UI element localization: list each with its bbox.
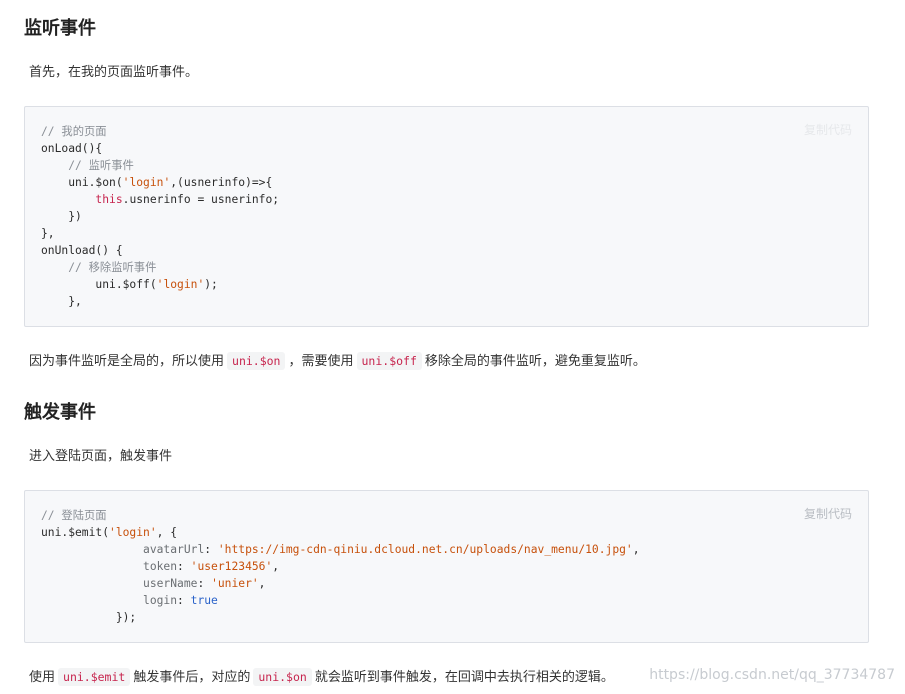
note-text: ，需要使用: [288, 354, 354, 369]
code-boolean: true: [190, 594, 218, 607]
code-block-emit: 复制代码 // 登陆页面 uni.$emit('login', { avatar…: [24, 490, 869, 643]
code-line: }): [68, 210, 82, 223]
intro-listen: 首先，在我的页面监听事件。: [29, 65, 199, 80]
code-comment: // 我的页面: [41, 125, 107, 138]
inline-code: uni.$on: [253, 668, 312, 686]
code-string: 'unier': [211, 577, 259, 590]
code-text: , {: [156, 526, 178, 539]
inline-code: uni.$off: [356, 352, 422, 370]
code-text: .usnerinfo = usnerinfo;: [122, 193, 280, 206]
code-comment: // 移除监听事件: [68, 261, 157, 274]
code-line: onLoad(){: [41, 142, 103, 155]
code-string: 'https://img-cdn-qiniu.dcloud.net.cn/upl…: [217, 543, 633, 556]
code-line: },: [41, 227, 55, 240]
code-property: login: [143, 594, 178, 607]
code-line: },: [68, 295, 82, 308]
code-text: );: [204, 278, 218, 291]
code-property: avatarUrl: [143, 543, 205, 556]
code-text: uni.$emit(: [41, 526, 110, 539]
note-text: 使用: [29, 670, 56, 685]
copy-code-button[interactable]: 复制代码: [804, 505, 852, 522]
code-string: 'login': [122, 176, 171, 189]
code-string: 'login': [156, 278, 205, 291]
inline-code: uni.$emit: [58, 668, 131, 686]
code-line: });: [115, 611, 137, 624]
note-text: 因为事件监听是全局的，所以使用: [29, 354, 225, 369]
code-line: onUnload() {: [41, 244, 123, 257]
watermark: https://blog.csdn.net/qq_37734787: [649, 667, 895, 683]
note-text: 就会监听到事件触发，在回调中去执行相关的逻辑。: [314, 670, 614, 685]
intro-emit: 进入登陆页面，触发事件: [29, 449, 173, 464]
copy-code-button[interactable]: 复制代码: [804, 121, 852, 138]
code-text: uni.$on(: [68, 176, 123, 189]
code-comment: // 监听事件: [68, 159, 134, 172]
section-title-listen: 监听事件: [24, 18, 96, 39]
code-property: token: [143, 560, 178, 573]
code-string: 'login': [109, 526, 157, 539]
code-content: // 登陆页面 uni.$emit('login', { avatarUrl: …: [41, 509, 640, 624]
code-content: // 我的页面 onLoad(){ // 监听事件 uni.$on('login…: [25, 107, 868, 324]
code-text: uni.$off(: [95, 278, 157, 291]
note-text: 触发事件后，对应的: [133, 670, 251, 685]
code-text: ,(usnerinfo)=>{: [170, 176, 273, 189]
code-comment: // 登陆页面: [41, 509, 107, 522]
code-block-listen: 复制代码 // 我的页面 onLoad(){ // 监听事件 uni.$on('…: [24, 106, 869, 327]
inline-code: uni.$on: [227, 352, 286, 370]
note-emit: 使用 uni.$emit 触发事件后，对应的 uni.$on 就会监听到事件触发，在回调…: [29, 667, 614, 688]
note-text: 移除全局的事件监听，避免重复监听。: [424, 354, 646, 369]
code-string: 'user123456': [190, 560, 273, 573]
section-title-emit: 触发事件: [24, 402, 96, 423]
code-property: userName: [143, 577, 198, 590]
note-listen: 因为事件监听是全局的，所以使用 uni.$on ，需要使用 uni.$off 移除全局的…: [29, 351, 646, 372]
code-keyword: this: [95, 193, 123, 206]
